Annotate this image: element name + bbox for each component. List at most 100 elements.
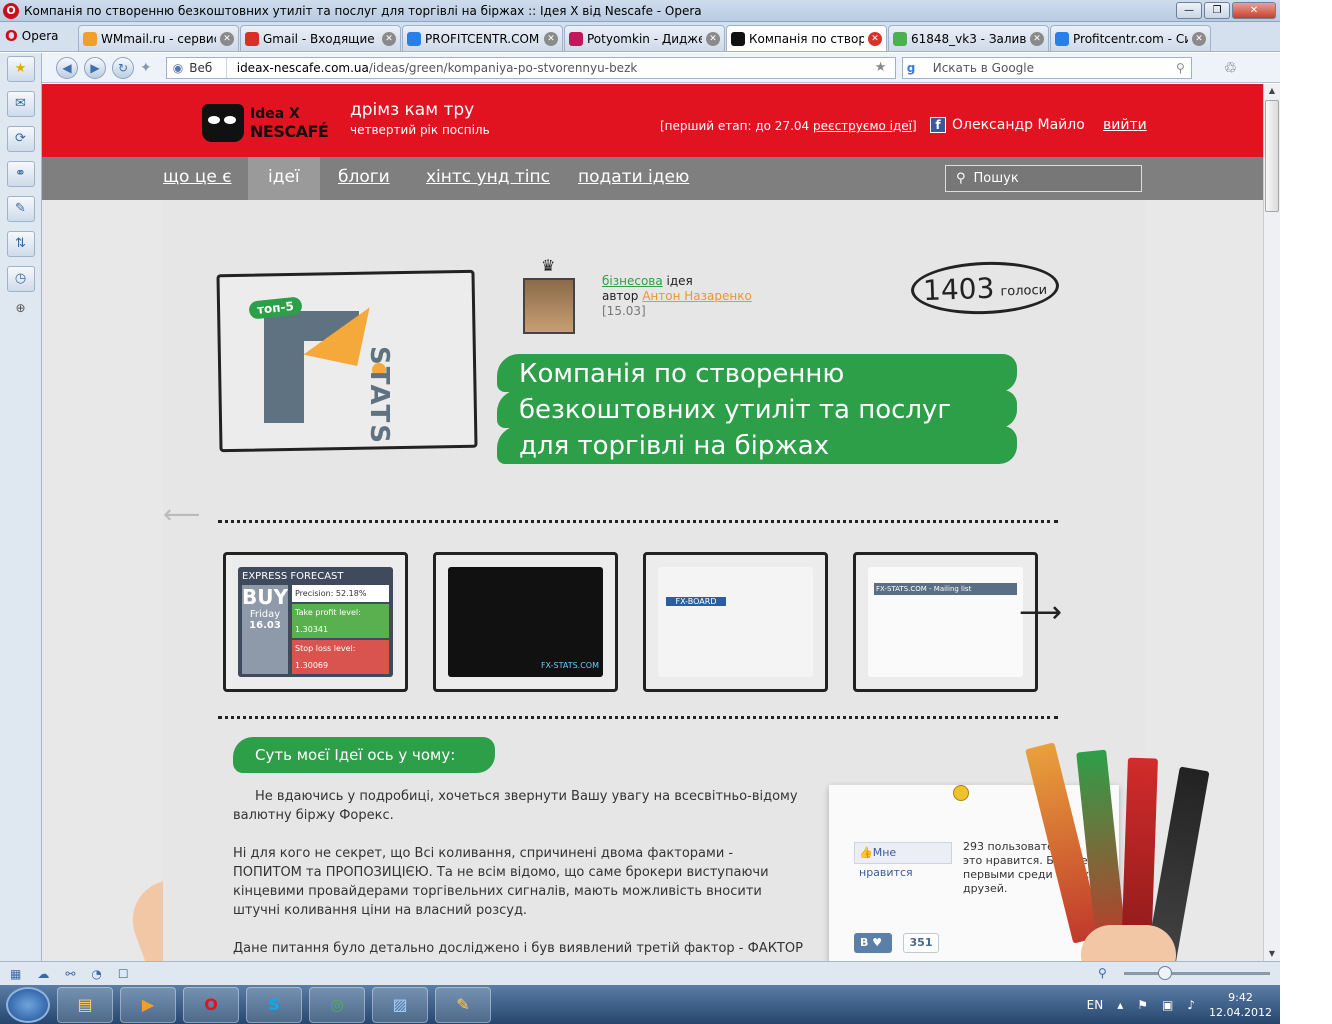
tab-close-icon[interactable]: ✕ [544, 31, 558, 46]
potyomkin-favicon-icon [569, 31, 583, 46]
cloud-icon[interactable]: ☁ [37, 967, 49, 981]
vertical-scrollbar[interactable]: ▲ ▼ [1263, 84, 1280, 961]
tab-close-icon[interactable]: ✕ [220, 31, 234, 46]
tab-close-icon[interactable]: ✕ [1192, 31, 1206, 46]
logout-link[interactable]: вийти [1103, 117, 1147, 133]
nav-hints-and-tips[interactable]: хінтс унд тіпс [406, 157, 570, 200]
bookmarks-star-icon[interactable]: ★ [6, 56, 35, 82]
restore-button[interactable]: ❐ [1204, 2, 1230, 19]
mail-icon[interactable]: ✉ [6, 91, 35, 117]
tab-label: PROFITCENTR.COM ... [425, 31, 540, 46]
clock-date: 12.04.2012 [1209, 1005, 1272, 1019]
google-search-field[interactable]: g Искать в Google ⚲ [901, 56, 1192, 79]
slider-next-arrow-icon[interactable]: ⟶ [1019, 595, 1062, 630]
language-indicator[interactable]: EN [1087, 998, 1104, 1012]
scroll-up-arrow-icon[interactable]: ▲ [1265, 84, 1279, 98]
notes-icon[interactable]: ✎ [6, 196, 35, 222]
tab-wmmail[interactable]: WMmail.ru - сервис... ✕ [78, 25, 239, 51]
media-player-taskbar-icon[interactable]: ▶ [120, 986, 176, 1023]
view-icon[interactable]: ☐ [118, 967, 129, 981]
nav-what-is-it[interactable]: що це є [143, 157, 252, 200]
scroll-down-arrow-icon[interactable]: ▼ [1265, 947, 1279, 961]
action-center-flag-icon[interactable]: ⚑ [1137, 998, 1148, 1012]
taskbar-clock[interactable]: 9:42 12.04.2012 [1209, 990, 1272, 1020]
nav-submit-idea[interactable]: подати ідею [558, 157, 709, 200]
tab-profitcentr[interactable]: PROFITCENTR.COM ... ✕ [402, 25, 563, 51]
site-search-input[interactable]: ⚲ Пошук [945, 165, 1142, 192]
share-icon[interactable]: ⚯ [65, 967, 75, 981]
forward-arrow-icon[interactable]: ▶ [84, 56, 106, 79]
explorer-taskbar-icon[interactable]: ▤ [57, 986, 113, 1023]
tab-close-icon[interactable]: ✕ [706, 31, 720, 46]
unite-icon[interactable]: ⚭ [6, 161, 35, 187]
windows-start-button[interactable] [6, 986, 50, 1023]
opera-logo-icon: O [3, 2, 19, 19]
screenshot-thumb[interactable]: FX-BOARD [643, 552, 828, 692]
category-link[interactable]: бізнесова [602, 274, 663, 288]
back-arrow-icon[interactable]: ◀ [56, 56, 78, 79]
panel-toggle-icon[interactable]: ▦ [10, 967, 21, 981]
facebook-like-button[interactable]: 👍Мне нравится [854, 842, 952, 879]
nav-ideas[interactable]: ідеї [248, 157, 320, 200]
tab-close-icon[interactable]: ✕ [382, 31, 396, 46]
wand-icon[interactable]: ✦ [140, 60, 152, 76]
opera-menu-button[interactable]: O Opera [2, 24, 78, 48]
tab-close-icon[interactable]: ✕ [1030, 31, 1044, 46]
user-profile-link[interactable]: f Олександр Майло [930, 117, 1085, 133]
title-line-1: Компанія по створенню [519, 359, 845, 389]
paint-taskbar-icon[interactable]: ✎ [435, 986, 491, 1023]
transfers-icon[interactable]: ⇅ [6, 231, 35, 257]
tray-expand-icon[interactable]: ▴ [1117, 998, 1123, 1012]
web-mode-badge[interactable]: ◉ Веб [167, 57, 227, 78]
reload-icon[interactable]: ↻ [112, 56, 134, 79]
user-name: Олександр Майло [952, 117, 1085, 133]
skype-taskbar-icon[interactable]: S [246, 986, 302, 1023]
zoom-icon[interactable]: ⚲ [1098, 966, 1107, 980]
main-nav: що це є ідеї блоги хінтс унд тіпс подати… [42, 157, 1263, 200]
minimize-button[interactable]: — [1176, 2, 1202, 19]
tab-ideax-active[interactable]: Компанія по створе... ✕ [726, 25, 887, 51]
url-text[interactable]: ideax-nescafe.com.ua/ideas/green/kompani… [227, 61, 875, 75]
network-icon[interactable]: ▣ [1162, 998, 1173, 1012]
tab-label: Profitcentr.com - Си... [1073, 31, 1188, 46]
volume-icon[interactable]: ♪ [1187, 998, 1195, 1012]
slider-prev-arrow-icon[interactable]: ⟵ [163, 500, 200, 530]
clock-time: 9:42 [1228, 990, 1253, 1004]
web-page: Idea X NESCAFÉ дрімз кам тру четвертий р… [42, 84, 1263, 961]
add-panel-icon[interactable]: ⊕ [0, 301, 41, 315]
nav-blogs[interactable]: блоги [318, 157, 410, 200]
site-header: Idea X NESCAFÉ дрімз кам тру четвертий р… [42, 84, 1263, 157]
register-ideas-link[interactable]: реєструємо ідеї [813, 119, 912, 133]
opera-taskbar-icon[interactable]: O [183, 986, 239, 1023]
tab-vk3[interactable]: 61848_vk3 - Заливка... ✕ [888, 25, 1049, 51]
brand-line2: NESCAFÉ [250, 122, 329, 141]
screenshot-thumb[interactable]: FX-STATS.COM [433, 552, 618, 692]
close-window-button[interactable]: ✕ [1232, 2, 1276, 19]
chrome-taskbar-icon[interactable]: ◎ [309, 986, 365, 1023]
author-avatar[interactable] [523, 278, 575, 334]
scroll-thumb[interactable] [1265, 100, 1279, 212]
opera-link-icon[interactable]: ⟳ [6, 126, 35, 152]
forecast-day: Friday [249, 609, 281, 620]
tab-profitcentr-2[interactable]: Profitcentr.com - Си... ✕ [1050, 25, 1211, 51]
window-title-bar: O Компанія по створенню безкоштовних ути… [0, 0, 1280, 22]
zoom-slider-track[interactable] [1124, 972, 1270, 975]
address-field[interactable]: ◉ Веб ideax-nescafe.com.ua/ideas/green/k… [165, 56, 896, 79]
zoom-slider-knob[interactable] [1158, 966, 1172, 980]
author-link[interactable]: Антон Назаренко [642, 289, 752, 303]
title-line-2: безкоштовних утиліт та послуг [519, 395, 952, 425]
history-icon[interactable]: ◷ [6, 266, 35, 292]
tab-potyomkin[interactable]: Potyomkin - Диджe... ✕ [564, 25, 725, 51]
pushpin-icon [953, 785, 969, 801]
ideax-nescafe-logo[interactable]: Idea X NESCAFÉ [202, 98, 337, 148]
vk-like-button[interactable]: В ♥ [854, 933, 892, 953]
bookmark-star-icon[interactable]: ★ [875, 60, 895, 75]
tab-close-icon[interactable]: ✕ [868, 31, 882, 46]
search-icon[interactable]: ⚲ [1176, 61, 1185, 75]
tab-gmail[interactable]: Gmail - Входящие - ... ✕ [240, 25, 401, 51]
screenshot-thumb[interactable]: EXPRESS FORECAST BUY Friday 16.03 Precis… [223, 552, 408, 692]
photo-viewer-taskbar-icon[interactable]: ▨ [372, 986, 428, 1023]
speed-dial-icon[interactable]: ◔ [91, 967, 101, 981]
trash-icon[interactable]: ♲ [1224, 59, 1237, 77]
screenshot-thumb[interactable]: FX-STATS.COM - Mailing list [853, 552, 1038, 692]
